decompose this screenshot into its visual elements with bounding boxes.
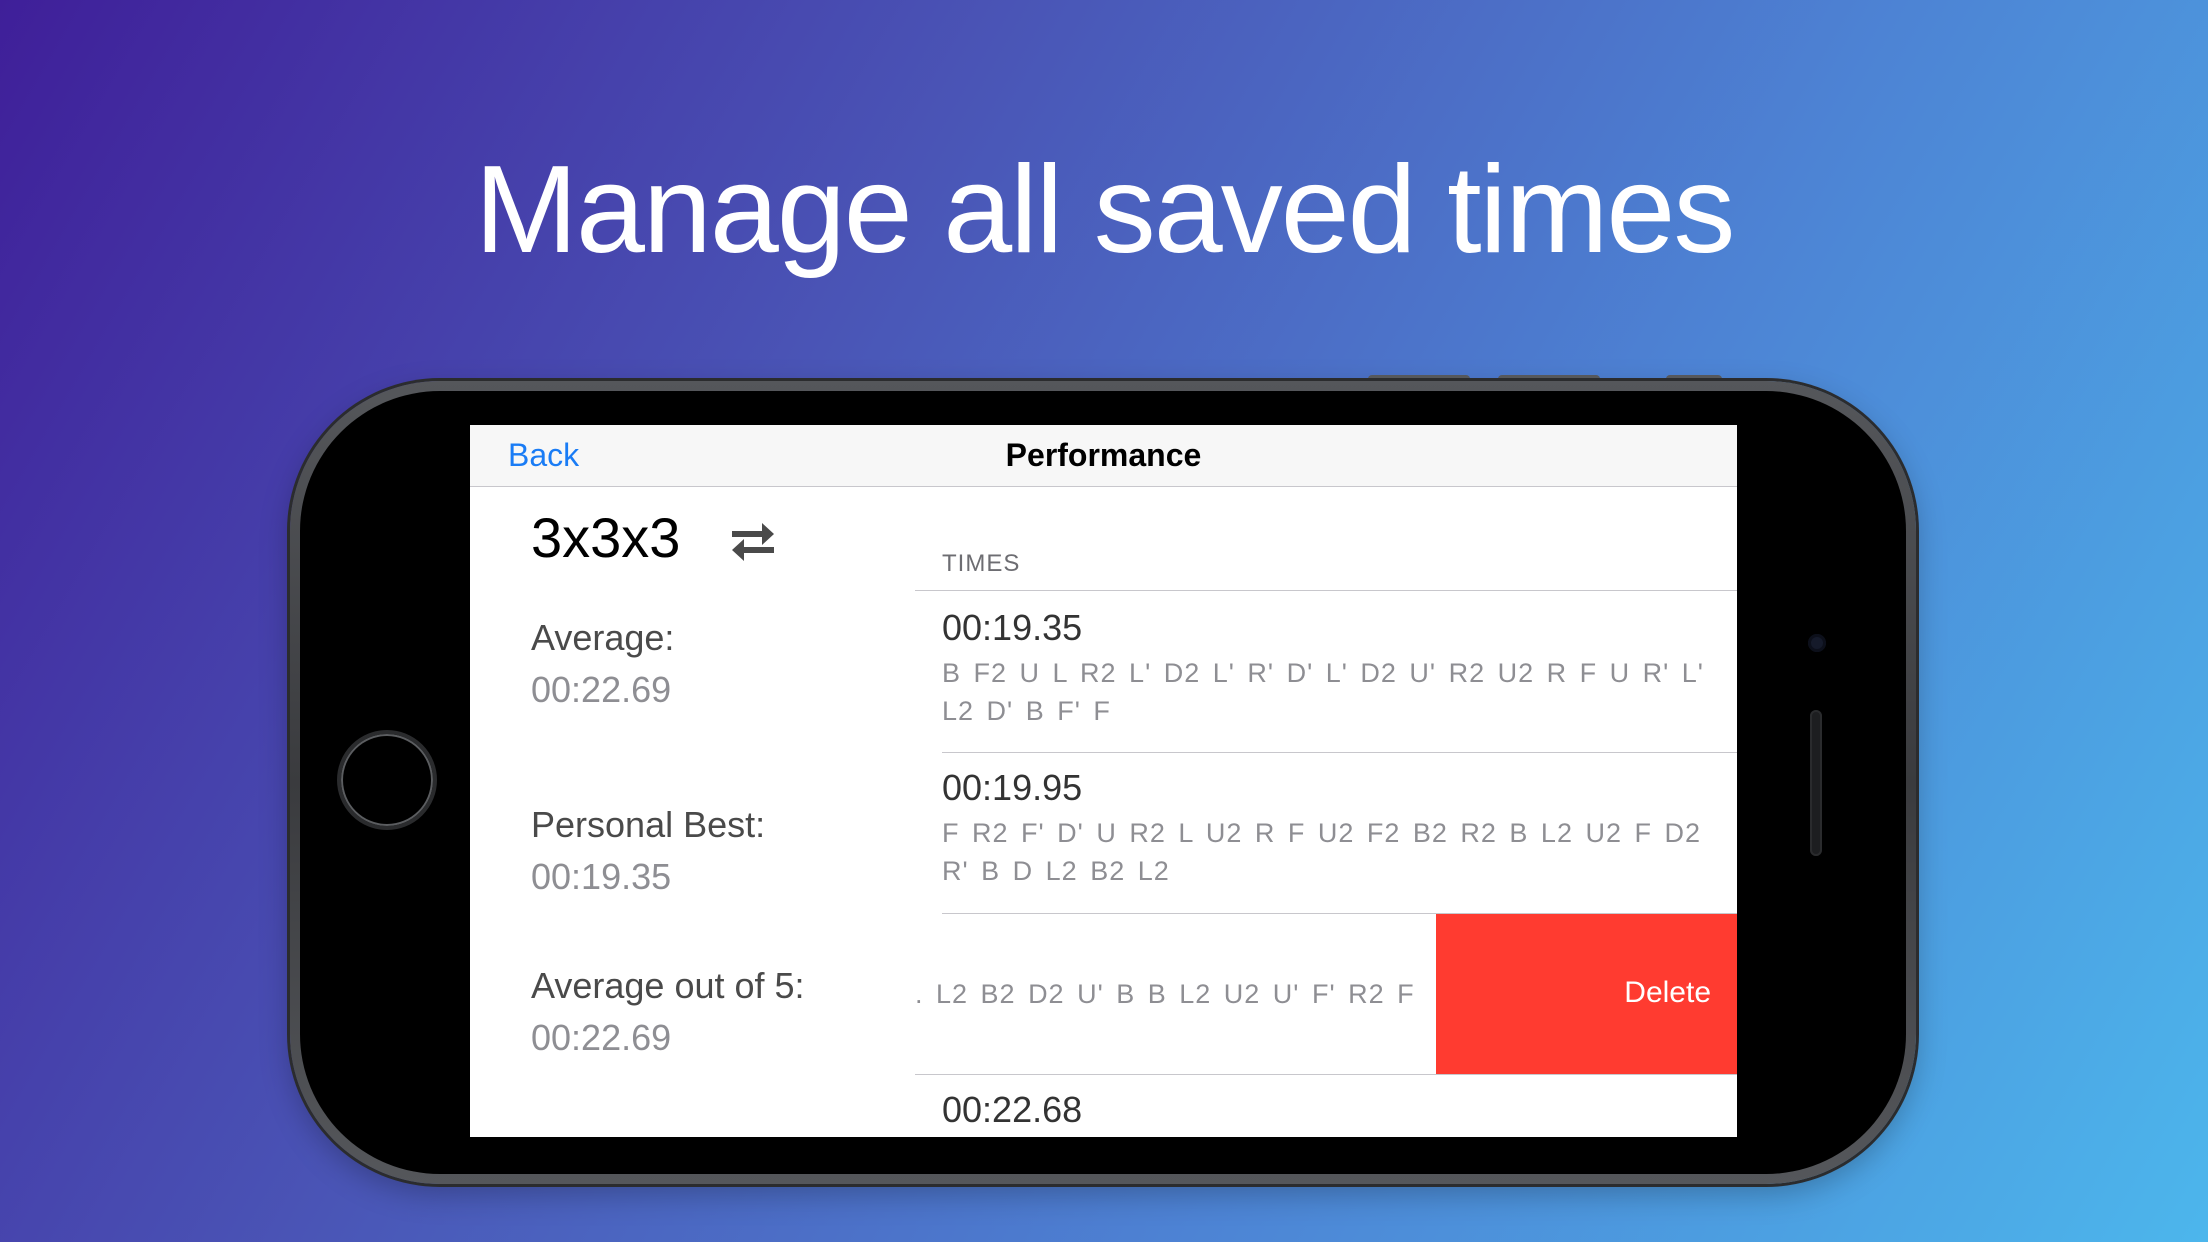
time-row[interactable]: 00:19.95 F R2 F' D' U R2 L U2 R F U2 F2 …: [915, 753, 1737, 913]
time-value: 00:19.35: [942, 607, 1083, 648]
headline: Manage all saved times: [474, 141, 1736, 279]
time-value: 00:19.95: [942, 767, 1083, 808]
average-of-5-value: 00:22.69: [531, 1017, 672, 1058]
front-camera: [1808, 634, 1826, 652]
delete-button[interactable]: Delete: [1436, 914, 1737, 1074]
earpiece-speaker: [1810, 710, 1822, 856]
time-row[interactable]: 00:19.35 B F2 U L R2 L' D2 L' R' D' L' D…: [915, 591, 1737, 751]
home-button[interactable]: [337, 730, 437, 830]
scramble-text: . L2 B2 D2 U' B B L2 U2 U' F' R2 F: [915, 979, 1415, 1009]
time-row[interactable]: 00:22.68: [915, 1075, 1737, 1137]
times-section-header: TIMES: [942, 550, 1021, 577]
time-row-swiped[interactable]: . L2 B2 D2 U' B B L2 U2 U' F' R2 F: [915, 914, 1436, 1074]
average-label: Average:: [531, 617, 675, 658]
swap-arrows-icon[interactable]: [728, 517, 778, 563]
scramble-text: F R2 F' D' U R2 L U2 R F U2 F2 B2 R2 B L…: [942, 818, 1701, 886]
delete-label: Delete: [1624, 976, 1711, 1009]
navigation-bar: Back Performance: [470, 425, 1737, 487]
scramble-text: B F2 U L R2 L' D2 L' R' D' L' D2 U' R2 U…: [942, 658, 1704, 726]
personal-best-value: 00:19.35: [531, 856, 672, 897]
promo-background: Manage all saved times Back Performance …: [0, 0, 2208, 1242]
puzzle-title: 3x3x3: [531, 506, 681, 569]
app-screen: Back Performance 3x3x3 Average: 00:22.69…: [470, 425, 1737, 1137]
time-value: 00:22.68: [942, 1089, 1083, 1130]
personal-best-label: Personal Best:: [531, 804, 766, 845]
page-title: Performance: [1005, 437, 1202, 473]
average-value: 00:22.69: [531, 669, 672, 710]
average-of-5-label: Average out of 5:: [531, 965, 805, 1006]
